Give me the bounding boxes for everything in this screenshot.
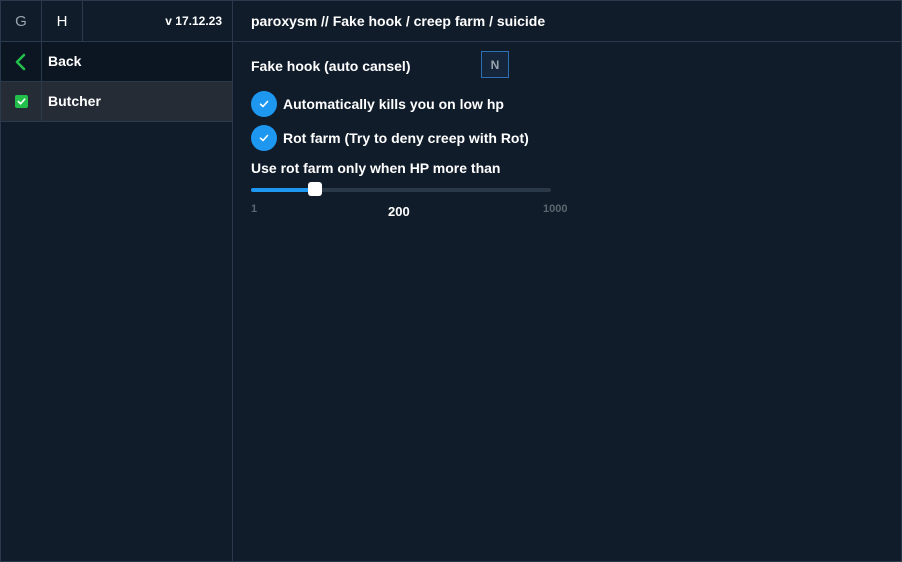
sidebar-item-label: Butcher [48, 93, 101, 109]
fake-hook-keybind-button[interactable]: N [481, 51, 509, 78]
sidebar-item-butcher[interactable]: Butcher [1, 82, 232, 122]
hp-slider-track[interactable] [251, 188, 551, 192]
check-icon [259, 100, 269, 108]
fake-hook-label: Fake hook (auto cansel) [251, 58, 411, 74]
main-header: paroxysm // Fake hook / creep farm / sui… [233, 1, 901, 42]
sidebar: G H v 17.12.23 Back Butcher [1, 1, 233, 561]
version-label: v 17.12.23 [165, 14, 222, 28]
hp-slider-fill [251, 188, 315, 192]
check-icon [14, 95, 28, 108]
sidebar-item-label: Back [48, 53, 82, 69]
auto-kill-label: Automatically kills you on low hp [283, 96, 504, 112]
tab-g[interactable]: G [1, 1, 42, 41]
rot-farm-label: Rot farm (Try to deny creep with Rot) [283, 130, 529, 146]
hp-slider-value: 200 [388, 204, 410, 219]
sidebar-topbar: G H v 17.12.23 [1, 1, 232, 42]
chevron-left-icon [1, 42, 42, 81]
hp-slider-min: 1 [251, 203, 258, 215]
hp-slider-thumb[interactable] [308, 182, 322, 196]
hp-slider-label: Use rot farm only when HP more than [251, 160, 501, 176]
check-icon [259, 134, 269, 142]
sidebar-item-back[interactable]: Back [1, 42, 232, 82]
tab-h[interactable]: H [42, 1, 83, 41]
breadcrumb: paroxysm // Fake hook / creep farm / sui… [251, 13, 546, 29]
auto-kill-checkbox[interactable] [251, 91, 277, 117]
hp-slider-max: 1000 [543, 203, 568, 215]
rot-farm-checkbox[interactable] [251, 125, 277, 151]
app-window: G H v 17.12.23 Back Butcher paroxysm // … [0, 0, 902, 562]
